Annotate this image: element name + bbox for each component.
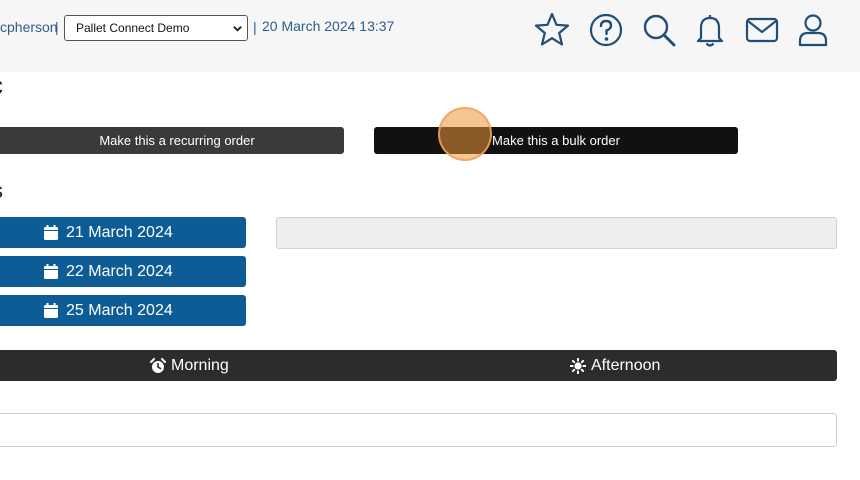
company-select-value: Pallet Connect Demo: [76, 21, 190, 35]
search-icon: [643, 14, 676, 47]
afternoon-slot-button[interactable]: Afternoon: [570, 350, 660, 381]
morning-slot-label: Morning: [171, 356, 229, 374]
date-button-25-march[interactable]: 25 March 2024: [0, 295, 246, 326]
company-select[interactable]: Pallet Connect Demo: [64, 15, 248, 41]
help-icon: [589, 13, 623, 47]
click-indicator: [438, 107, 492, 161]
current-datetime: 20 March 2024 13:37: [262, 18, 395, 34]
bulk-order-button[interactable]: Make this a bulk order: [374, 127, 738, 154]
calendar-icon: [44, 303, 58, 318]
morning-slot-button[interactable]: Morning: [150, 350, 229, 381]
time-slot-bar: Morning Afternoon: [0, 350, 837, 381]
bell-icon: [696, 15, 724, 47]
top-bar: cpherson | Pallet Connect Demo | 20 Marc…: [0, 0, 860, 72]
order-notes-input[interactable]: [0, 413, 837, 447]
star-icon: [534, 12, 570, 46]
search-button[interactable]: [639, 10, 679, 50]
favorites-button[interactable]: [532, 10, 572, 50]
separator: |: [253, 19, 257, 35]
sun-icon: [570, 357, 586, 374]
calendar-icon: [44, 225, 58, 240]
separator: |: [55, 19, 59, 35]
messages-button[interactable]: [742, 10, 782, 50]
date-button-label: 21 March 2024: [66, 223, 173, 241]
date-button-label: 22 March 2024: [66, 262, 173, 280]
user-icon: [798, 14, 828, 47]
date-button-label: 25 March 2024: [66, 301, 173, 319]
section-heading: s: [0, 178, 3, 204]
chevron-down-icon: [233, 26, 242, 32]
date-button-21-march[interactable]: 21 March 2024: [0, 217, 246, 248]
username-text[interactable]: cpherson: [0, 19, 58, 35]
selected-date-display: [276, 217, 837, 249]
page-heading: c: [0, 70, 3, 101]
account-button[interactable]: [793, 10, 833, 50]
recurring-order-button[interactable]: Make this a recurring order: [0, 127, 344, 154]
mail-icon: [745, 17, 779, 43]
alarm-clock-icon: [150, 357, 166, 373]
notifications-button[interactable]: [690, 10, 730, 50]
help-button[interactable]: [586, 10, 626, 50]
afternoon-slot-label: Afternoon: [591, 356, 661, 374]
date-button-22-march[interactable]: 22 March 2024: [0, 256, 246, 287]
calendar-icon: [44, 264, 58, 279]
